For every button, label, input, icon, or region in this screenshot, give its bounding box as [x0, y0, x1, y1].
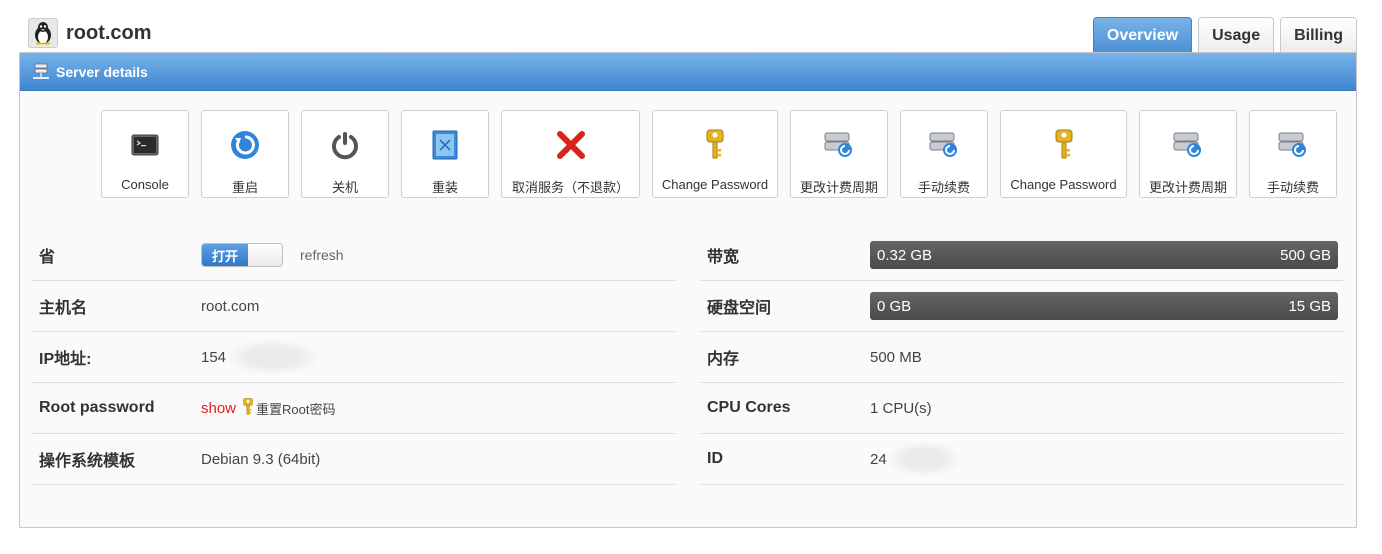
tab-bar: Overview Usage Billing	[1092, 17, 1357, 53]
cancel-x-icon	[556, 126, 586, 164]
info-row-memory: 内存 500 MB	[701, 332, 1343, 383]
info-row-ip: IP地址: 154	[32, 332, 675, 383]
manual-renew-button-2[interactable]: 手动续费	[1249, 110, 1337, 198]
bandwidth-total: 500 GB	[1280, 246, 1331, 264]
disk-used: 0 GB	[877, 297, 912, 315]
change-billing-cycle-button-2[interactable]: 更改计费周期	[1139, 110, 1237, 198]
disk-usage-bar: 0 GB 15 GB	[870, 292, 1338, 320]
info-row-province: 省 打开 refresh	[32, 230, 675, 281]
key-icon	[1054, 126, 1074, 164]
action-label: 更改计费周期	[799, 180, 878, 195]
server-page: root.com Overview Usage Billing Server d…	[0, 0, 1382, 554]
restart-button[interactable]: 重启	[201, 110, 289, 198]
page-title: root.com	[66, 21, 152, 44]
id-value: 24	[870, 442, 959, 476]
info-key: ID	[707, 450, 723, 467]
info-row-disk: 硬盘空间 0 GB 15 GB	[701, 281, 1343, 332]
action-label: 重启	[231, 180, 258, 195]
info-table-right: 带宽 0.32 GB 500 GB 硬盘空间 0 GB 15 GB 内存 500…	[701, 230, 1343, 485]
action-label: Change Password	[661, 177, 769, 192]
server-network-icon	[32, 63, 50, 81]
toggle-on-label: 打开	[202, 244, 248, 266]
root-password-value: show 重置Root密码	[201, 397, 336, 419]
info-key: IP地址:	[39, 351, 92, 368]
info-key: 操作系统模板	[39, 453, 136, 470]
panel-title: Server details	[56, 63, 148, 80]
key-icon	[242, 397, 254, 419]
cpu-value: 1 CPU(s)	[870, 399, 932, 417]
action-label: 重装	[431, 180, 458, 195]
show-password-link[interactable]: show	[201, 400, 236, 417]
info-row-id: ID 24	[701, 434, 1343, 485]
cancel-service-button[interactable]: 取消服务（不退款）	[501, 110, 640, 198]
tab-overview[interactable]: Overview	[1092, 17, 1193, 53]
refresh-link[interactable]: refresh	[300, 247, 344, 263]
change-billing-cycle-button[interactable]: 更改计费周期	[790, 110, 888, 198]
action-toolbar: Console 重启 关机 重装 取消服务（不退款） Change Passwo…	[101, 110, 1337, 198]
action-label: Console	[121, 177, 169, 192]
memory-value: 500 MB	[870, 348, 922, 366]
key-icon	[705, 126, 725, 164]
info-key: CPU Cores	[707, 399, 791, 416]
billing-cycle-icon	[823, 126, 855, 164]
info-key: 带宽	[707, 249, 740, 266]
disk-total: 15 GB	[1288, 297, 1331, 315]
reinstall-icon	[432, 126, 458, 164]
toggle-knob	[248, 244, 282, 266]
bandwidth-usage-bar: 0.32 GB 500 GB	[870, 241, 1338, 269]
tab-billing[interactable]: Billing	[1280, 17, 1357, 53]
renew-icon	[928, 126, 960, 164]
console-icon	[131, 126, 159, 164]
redaction-blur	[888, 442, 959, 476]
info-row-hostname: 主机名 root.com	[32, 281, 675, 332]
tab-usage[interactable]: Usage	[1198, 17, 1275, 53]
server-details-panel: Server details Console 重启 关机 重装 取消服务（不退款…	[19, 52, 1357, 528]
ip-text: 154	[201, 348, 227, 366]
id-text: 24	[870, 450, 887, 468]
console-button[interactable]: Console	[101, 110, 189, 198]
restart-icon	[230, 126, 260, 164]
info-row-os-template: 操作系统模板 Debian 9.3 (64bit)	[32, 434, 675, 485]
info-key: Root password	[39, 399, 155, 416]
info-value: 打开 refresh	[201, 243, 344, 267]
info-key: 硬盘空间	[707, 300, 772, 317]
tux-penguin-icon	[28, 18, 58, 48]
manual-renew-button[interactable]: 手动续费	[900, 110, 988, 198]
renew-icon	[1277, 126, 1309, 164]
action-label: 手动续费	[1266, 180, 1319, 195]
info-key: 主机名	[39, 300, 88, 317]
info-key: 内存	[707, 351, 740, 368]
action-label: Change Password	[1010, 177, 1117, 192]
billing-cycle-icon	[1172, 126, 1204, 164]
change-password-button[interactable]: Change Password	[652, 110, 778, 198]
redaction-blur	[228, 340, 319, 374]
info-row-bandwidth: 带宽 0.32 GB 500 GB	[701, 230, 1343, 281]
info-row-root-password: Root password show 重置Root密码	[32, 383, 675, 434]
action-label: 手动续费	[917, 180, 970, 195]
change-password-button-2[interactable]: Change Password	[1000, 110, 1127, 198]
province-toggle[interactable]: 打开	[201, 243, 283, 267]
action-label: 关机	[331, 180, 358, 195]
action-label: 取消服务（不退款）	[511, 180, 629, 195]
info-row-cpu: CPU Cores 1 CPU(s)	[701, 383, 1343, 434]
reset-root-password-link[interactable]: 重置Root密码	[242, 397, 336, 419]
os-template-value: Debian 9.3 (64bit)	[201, 450, 321, 468]
info-table-left: 省 打开 refresh 主机名 root.com IP地址: 154 Root…	[32, 230, 675, 485]
bandwidth-used: 0.32 GB	[877, 246, 933, 264]
server-header: root.com	[28, 18, 152, 48]
info-key: 省	[39, 249, 56, 266]
ip-value: 154	[201, 340, 319, 374]
power-icon	[330, 126, 360, 164]
reinstall-button[interactable]: 重装	[401, 110, 489, 198]
action-label: 更改计费周期	[1148, 180, 1227, 195]
hostname-value: root.com	[201, 297, 260, 315]
shutdown-button[interactable]: 关机	[301, 110, 389, 198]
panel-header: Server details	[20, 53, 1356, 91]
reset-label: 重置Root密码	[256, 401, 336, 417]
